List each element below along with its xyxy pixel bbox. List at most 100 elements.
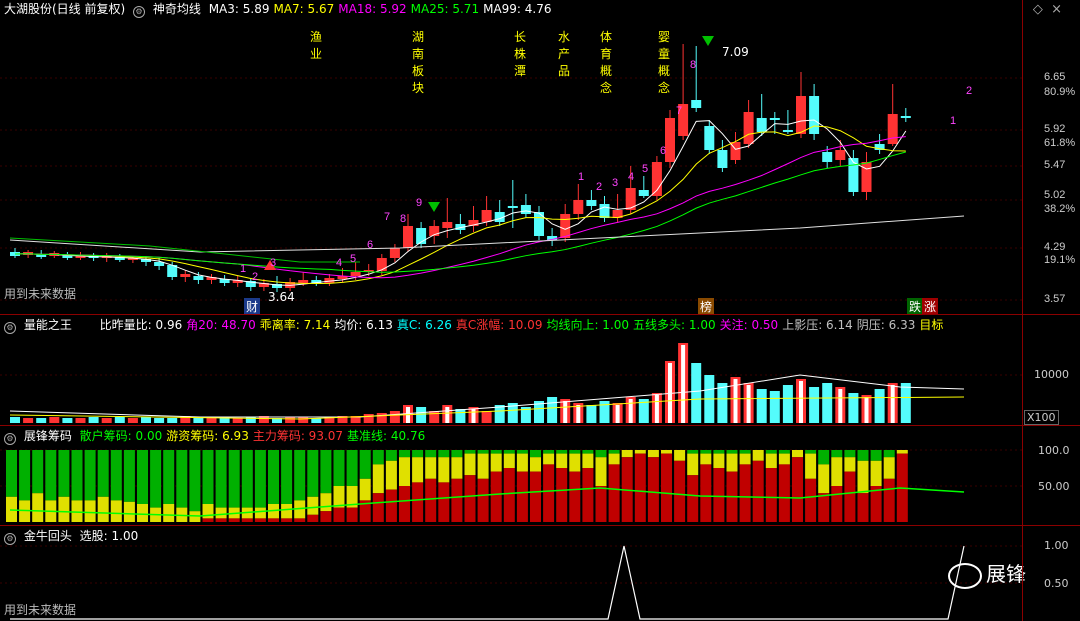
- chip-green: [307, 450, 319, 497]
- chip-red: [608, 464, 620, 522]
- chip-red: [320, 511, 332, 522]
- candle: [717, 150, 728, 168]
- count-label: 8: [690, 59, 696, 71]
- golden-chart[interactable]: [0, 526, 1080, 621]
- count-label: 3: [612, 177, 618, 189]
- candlestick-chart[interactable]: 6.65 80.9% 5.92 61.8% 5.47 5.02 38.2% 4.2919.1%…: [0, 0, 1080, 314]
- volume-bar: [285, 417, 296, 423]
- chip-yellow: [818, 464, 830, 494]
- chip-red: [399, 486, 410, 522]
- candle: [900, 116, 911, 118]
- volume-bar: [586, 405, 597, 423]
- chip-yellow: [137, 504, 148, 522]
- volume-bar: [10, 417, 20, 423]
- buy-arrow-icon: [428, 202, 440, 212]
- chip-red: [739, 464, 751, 522]
- price-axis-label: 19.1%: [1044, 254, 1075, 266]
- chip-green: [137, 450, 148, 504]
- chip-green: [778, 450, 790, 454]
- chip-green: [595, 450, 607, 458]
- volume-bar: [23, 418, 34, 423]
- wechat-icon: [948, 562, 982, 589]
- candle: [507, 206, 518, 208]
- price-axis-label: 6.65: [1044, 71, 1065, 83]
- chip-yellow: [713, 453, 725, 468]
- chip-green: [123, 450, 135, 502]
- chip-yellow: [831, 457, 843, 486]
- chip-green: [281, 450, 293, 504]
- volume-bar-highlight: [838, 389, 843, 423]
- price-axis-label: 3.57: [1044, 293, 1065, 305]
- volume-bar: [782, 385, 793, 423]
- candle: [743, 112, 754, 144]
- count-label: 5: [642, 163, 648, 175]
- chips-chart[interactable]: [0, 426, 1080, 525]
- count-label: 9: [416, 197, 422, 209]
- chip-yellow: [372, 464, 384, 494]
- chip-yellow: [163, 504, 175, 522]
- count-label: 8: [400, 213, 406, 225]
- chip-green: [883, 450, 895, 458]
- chip-red: [307, 514, 319, 522]
- volume-bar-highlight: [576, 405, 581, 423]
- candle: [835, 150, 846, 160]
- chip-red: [477, 478, 489, 522]
- candle: [442, 222, 453, 228]
- golden-axis-05: 0.50: [1044, 577, 1069, 590]
- kline-panel[interactable]: 大湖股份(日线 前复权) ⚙ 神奇均线 MA3: 5.89 MA7: 5.67 MA…: [0, 0, 1080, 314]
- chip-yellow: [870, 460, 882, 486]
- volume-bar: [154, 418, 165, 423]
- chip-red: [883, 478, 895, 522]
- volume-bar-highlight: [799, 381, 803, 423]
- candle: [403, 226, 413, 248]
- chip-yellow: [857, 460, 869, 494]
- marker-bang: 榜: [698, 298, 715, 314]
- count-label: 7: [676, 105, 682, 117]
- chip-green: [333, 450, 345, 486]
- chip-green: [503, 450, 515, 454]
- chip-green: [189, 450, 201, 512]
- count-label: 1: [950, 115, 956, 127]
- chip-green: [71, 450, 83, 501]
- chip-green: [857, 450, 869, 461]
- volume-bar: [167, 418, 178, 423]
- chip-green: [45, 450, 57, 501]
- chip-green: [399, 450, 410, 458]
- chip-yellow: [739, 453, 751, 465]
- chip-green: [228, 450, 240, 508]
- candle: [350, 272, 361, 276]
- golden-panel[interactable]: ⚙ 金牛回头 选股: 1.00 1.00 0.50 用到未来数据 展锋: [0, 526, 1080, 621]
- chips-panel[interactable]: ⚙ 展锋筹码 散户筹码: 0.00 游资筹码: 6.93 主力筹码: 93.07 基准…: [0, 426, 1080, 525]
- chip-green: [202, 450, 214, 504]
- candle: [520, 205, 531, 214]
- chip-red: [713, 468, 725, 522]
- chip-red: [805, 478, 817, 522]
- volume-bar: [874, 389, 885, 423]
- volume-panel[interactable]: ⚙ 量能之王 比昨量比: 0.96 角20: 48.70 乖离率: 7.14 均价: …: [0, 315, 1080, 425]
- chip-yellow: [464, 453, 476, 476]
- candle: [796, 96, 806, 134]
- chip-green: [700, 450, 712, 454]
- chip-yellow: [569, 453, 581, 472]
- chip-green: [110, 450, 122, 501]
- volume-bar: [75, 418, 86, 423]
- chip-yellow: [333, 486, 345, 508]
- price-axis-label: 5.47: [1044, 159, 1065, 171]
- volume-bar: [114, 417, 125, 423]
- marker-cai: 财: [244, 298, 261, 314]
- candle: [573, 200, 584, 214]
- golden-axis-1: 1.00: [1044, 539, 1069, 552]
- volume-chart[interactable]: [0, 315, 1080, 425]
- chip-yellow: [752, 450, 764, 461]
- chip-yellow: [490, 453, 502, 472]
- volume-bar-highlight: [864, 397, 869, 423]
- volume-bar: [822, 383, 833, 423]
- count-label: 1: [240, 263, 246, 275]
- volume-bar: [298, 417, 309, 423]
- chip-yellow: [58, 496, 70, 522]
- chip-yellow: [215, 507, 227, 519]
- chip-green: [543, 450, 555, 454]
- marker-die: 跌: [907, 298, 924, 314]
- chip-red: [503, 468, 515, 522]
- chip-red: [831, 486, 843, 522]
